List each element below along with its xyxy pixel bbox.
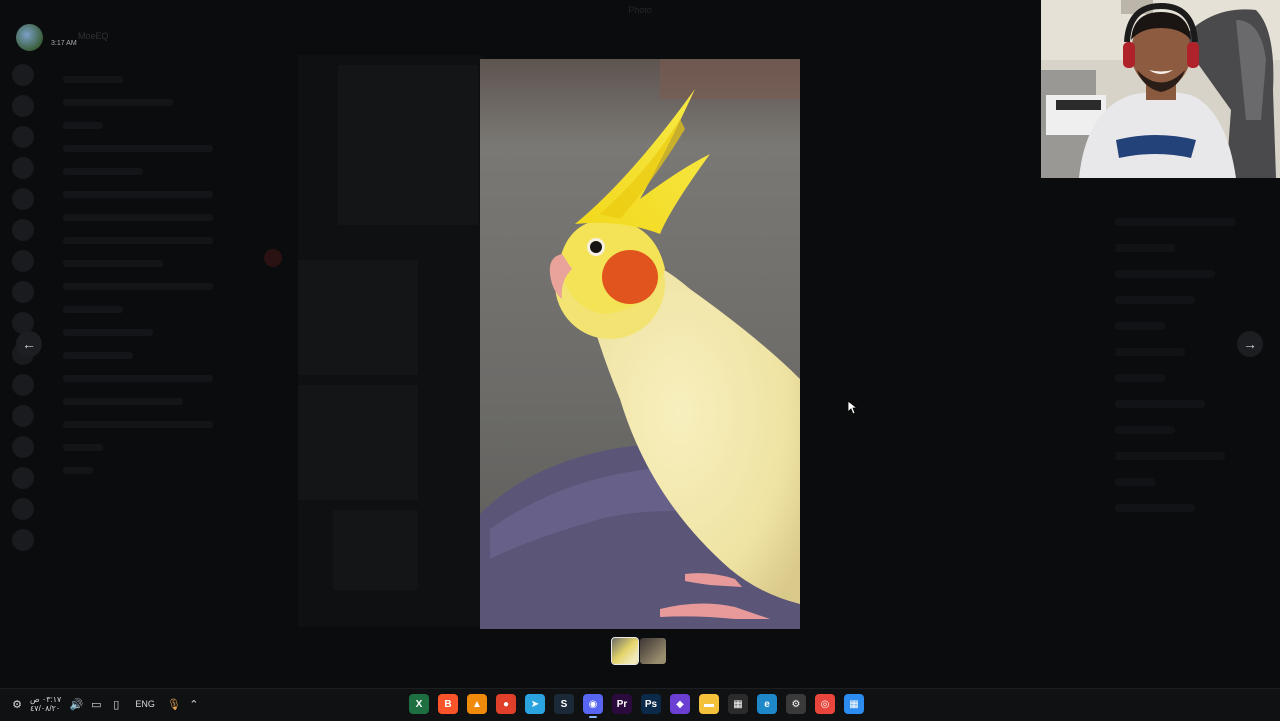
- taskbar-excel-button[interactable]: X: [409, 694, 429, 714]
- taskbar-vlc-button[interactable]: ▲: [467, 694, 487, 714]
- previous-image-button[interactable]: ←: [16, 331, 42, 357]
- gear-icon: ⚙: [791, 698, 801, 710]
- thumbnail-cockatiel[interactable]: [611, 637, 639, 665]
- speaker-icon[interactable]: 🔊: [69, 697, 83, 711]
- taskbar-telegram-button[interactable]: ➤: [525, 694, 545, 714]
- webcam-overlay: [1041, 0, 1280, 178]
- premiere-icon: Pr: [616, 698, 628, 710]
- overlay-time: 3:17 AM: [51, 40, 77, 47]
- brave-icon: B: [444, 698, 452, 710]
- discord-icon: ◉: [588, 698, 598, 710]
- chevron-up-icon[interactable]: ⌃: [187, 697, 201, 711]
- taskbar-discord-button[interactable]: ◉: [583, 694, 603, 718]
- taskbar-record-button[interactable]: ●: [496, 694, 516, 714]
- telegram-icon: ➤: [530, 698, 540, 710]
- steam-icon: S: [560, 698, 568, 710]
- launcher-icon: ◆: [676, 698, 684, 710]
- settings-icon[interactable]: ⚙: [10, 697, 24, 711]
- chrome-icon: ◎: [820, 698, 830, 710]
- taskbar-photoshop-button[interactable]: Ps: [641, 694, 661, 714]
- taskbar-steam-button[interactable]: S: [554, 694, 574, 714]
- message-area: [298, 55, 483, 627]
- user-name: MoeEQ: [78, 31, 109, 41]
- taskbar: ⚙ ٠٣:١٧ ص ٤٧/٠٨/٢٠ 🔊 ▭ ▯ ENG 🎙 ⌃ X B ▲ ● ➤ S ◉…: [0, 688, 1280, 721]
- microphone-icon[interactable]: 🎙: [167, 697, 181, 711]
- thumbnail-second[interactable]: [640, 638, 666, 664]
- member-list: [1105, 200, 1255, 512]
- battery-icon[interactable]: ▯: [109, 697, 123, 711]
- vlc-icon: ▲: [472, 698, 482, 710]
- taskbar-file-explorer-button[interactable]: ▬: [699, 694, 719, 714]
- store-icon: ▦: [733, 698, 743, 710]
- taskbar-settings-button[interactable]: ⚙: [786, 694, 806, 714]
- language-indicator[interactable]: ENG: [135, 699, 155, 709]
- folder-icon: ▬: [704, 698, 714, 710]
- record-icon: ●: [502, 698, 510, 710]
- server-list: [0, 55, 50, 685]
- taskbar-start-button[interactable]: ▦: [844, 694, 864, 714]
- avatar[interactable]: [16, 24, 43, 51]
- taskbar-brave-button[interactable]: B: [438, 694, 458, 714]
- thumbnail-strip: [611, 637, 666, 665]
- notification-badge: [264, 249, 282, 267]
- arrow-left-icon: ←: [22, 336, 36, 352]
- clock[interactable]: ٠٣:١٧ ص ٤٧/٠٨/٢٠: [30, 695, 61, 713]
- photoshop-icon: Ps: [644, 698, 658, 710]
- taskbar-chrome-button[interactable]: ◎: [815, 694, 835, 714]
- system-tray: ⚙ ٠٣:١٧ ص ٤٧/٠٨/٢٠ 🔊 ▭ ▯ ENG 🎙 ⌃: [10, 695, 201, 713]
- edge-icon: e: [764, 698, 770, 710]
- cockatiel-photo[interactable]: [480, 59, 800, 629]
- taskbar-apps: X B ▲ ● ➤ S ◉ Pr Ps ◆ ▬ ▦ e ⚙ ◎ ▦: [409, 694, 864, 718]
- network-icon[interactable]: ▭: [89, 697, 103, 711]
- taskbar-edge-button[interactable]: e: [757, 694, 777, 714]
- arrow-right-icon: →: [1243, 336, 1257, 352]
- taskbar-launcher-button[interactable]: ◆: [670, 694, 690, 714]
- windows-icon: ▦: [849, 698, 859, 710]
- channel-list: [55, 60, 245, 474]
- excel-icon: X: [415, 698, 423, 710]
- taskbar-store-button[interactable]: ▦: [728, 694, 748, 714]
- taskbar-premiere-button[interactable]: Pr: [612, 694, 632, 714]
- clock-time: ٠٣:١٧ ص: [30, 695, 62, 704]
- clock-date: ٤٧/٠٨/٢٠: [30, 704, 61, 713]
- next-image-button[interactable]: →: [1237, 331, 1263, 357]
- window-title: Photo: [628, 5, 652, 15]
